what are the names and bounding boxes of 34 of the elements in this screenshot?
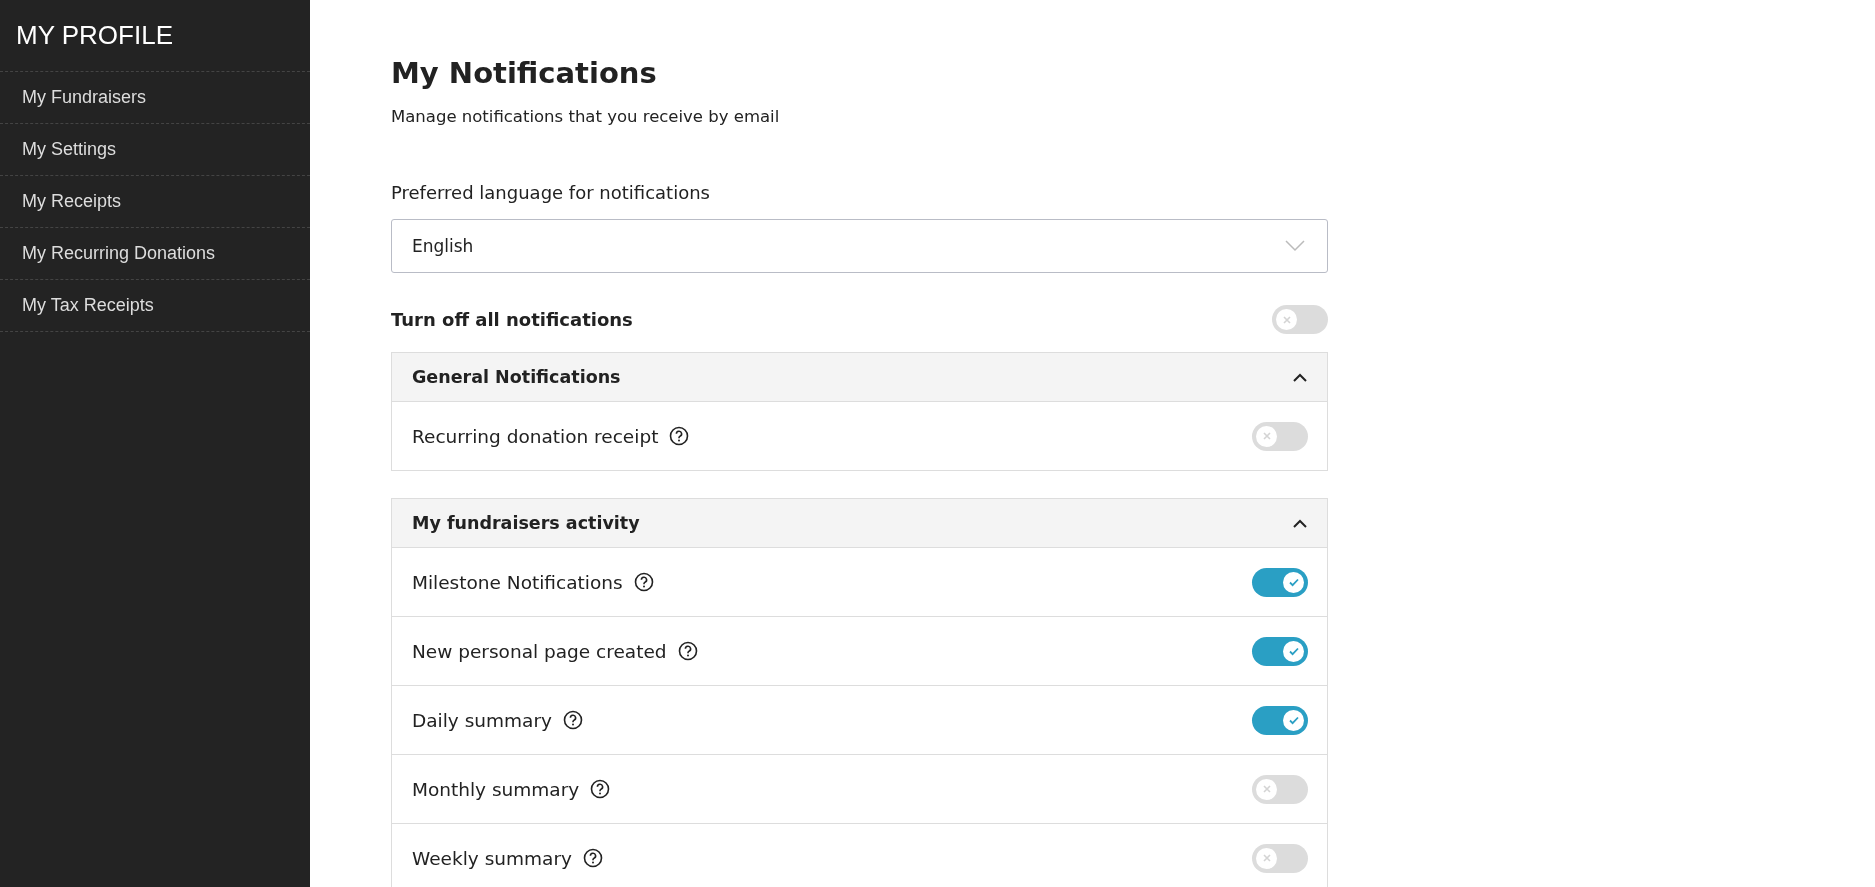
page-title: My Notifications: [391, 55, 658, 92]
toggle-switch[interactable]: [1252, 636, 1308, 666]
close-icon: [1260, 783, 1273, 795]
notification-label: Weekly summary: [412, 847, 572, 869]
close-icon: [1260, 430, 1273, 442]
section-header[interactable]: My fundraisers activity: [392, 499, 1327, 548]
toggle-label: Turn off all notifications: [391, 309, 633, 330]
help-icon: [669, 426, 690, 446]
toggle-switch[interactable]: [1252, 567, 1308, 597]
notification-label: Daily summary: [412, 709, 552, 731]
help-icon: [563, 710, 583, 730]
toggle-switch[interactable]: [1272, 305, 1328, 334]
close-icon: [1260, 852, 1273, 864]
notification-label: Monthly summary: [412, 778, 580, 800]
toggle-switch[interactable]: [1252, 774, 1308, 804]
dropdown-value: English: [412, 236, 474, 256]
language-dropdown[interactable]: English: [391, 219, 1328, 273]
notification-label: New personal page created: [412, 640, 667, 662]
notification-label: Recurring donation receipt: [412, 425, 659, 447]
toggle-switch[interactable]: [1252, 705, 1308, 735]
page-subtitle: Manage notifications that you receive by email: [391, 107, 781, 126]
section-header[interactable]: General Notifications: [392, 353, 1327, 402]
toggle-switch[interactable]: [1252, 421, 1308, 451]
help-icon: [590, 779, 611, 799]
chevron-down-icon: [1285, 240, 1305, 252]
chevron-up-icon: [1293, 372, 1307, 382]
help-icon: [582, 848, 603, 868]
help-icon: [677, 641, 698, 661]
notification-label: Milestone Notifications: [412, 571, 623, 593]
chevron-up-icon: [1293, 518, 1307, 528]
field-label: Preferred language for notifications: [391, 182, 711, 203]
help-icon: [633, 572, 654, 592]
close-icon: [1280, 313, 1293, 326]
toggle-switch[interactable]: [1252, 843, 1308, 873]
